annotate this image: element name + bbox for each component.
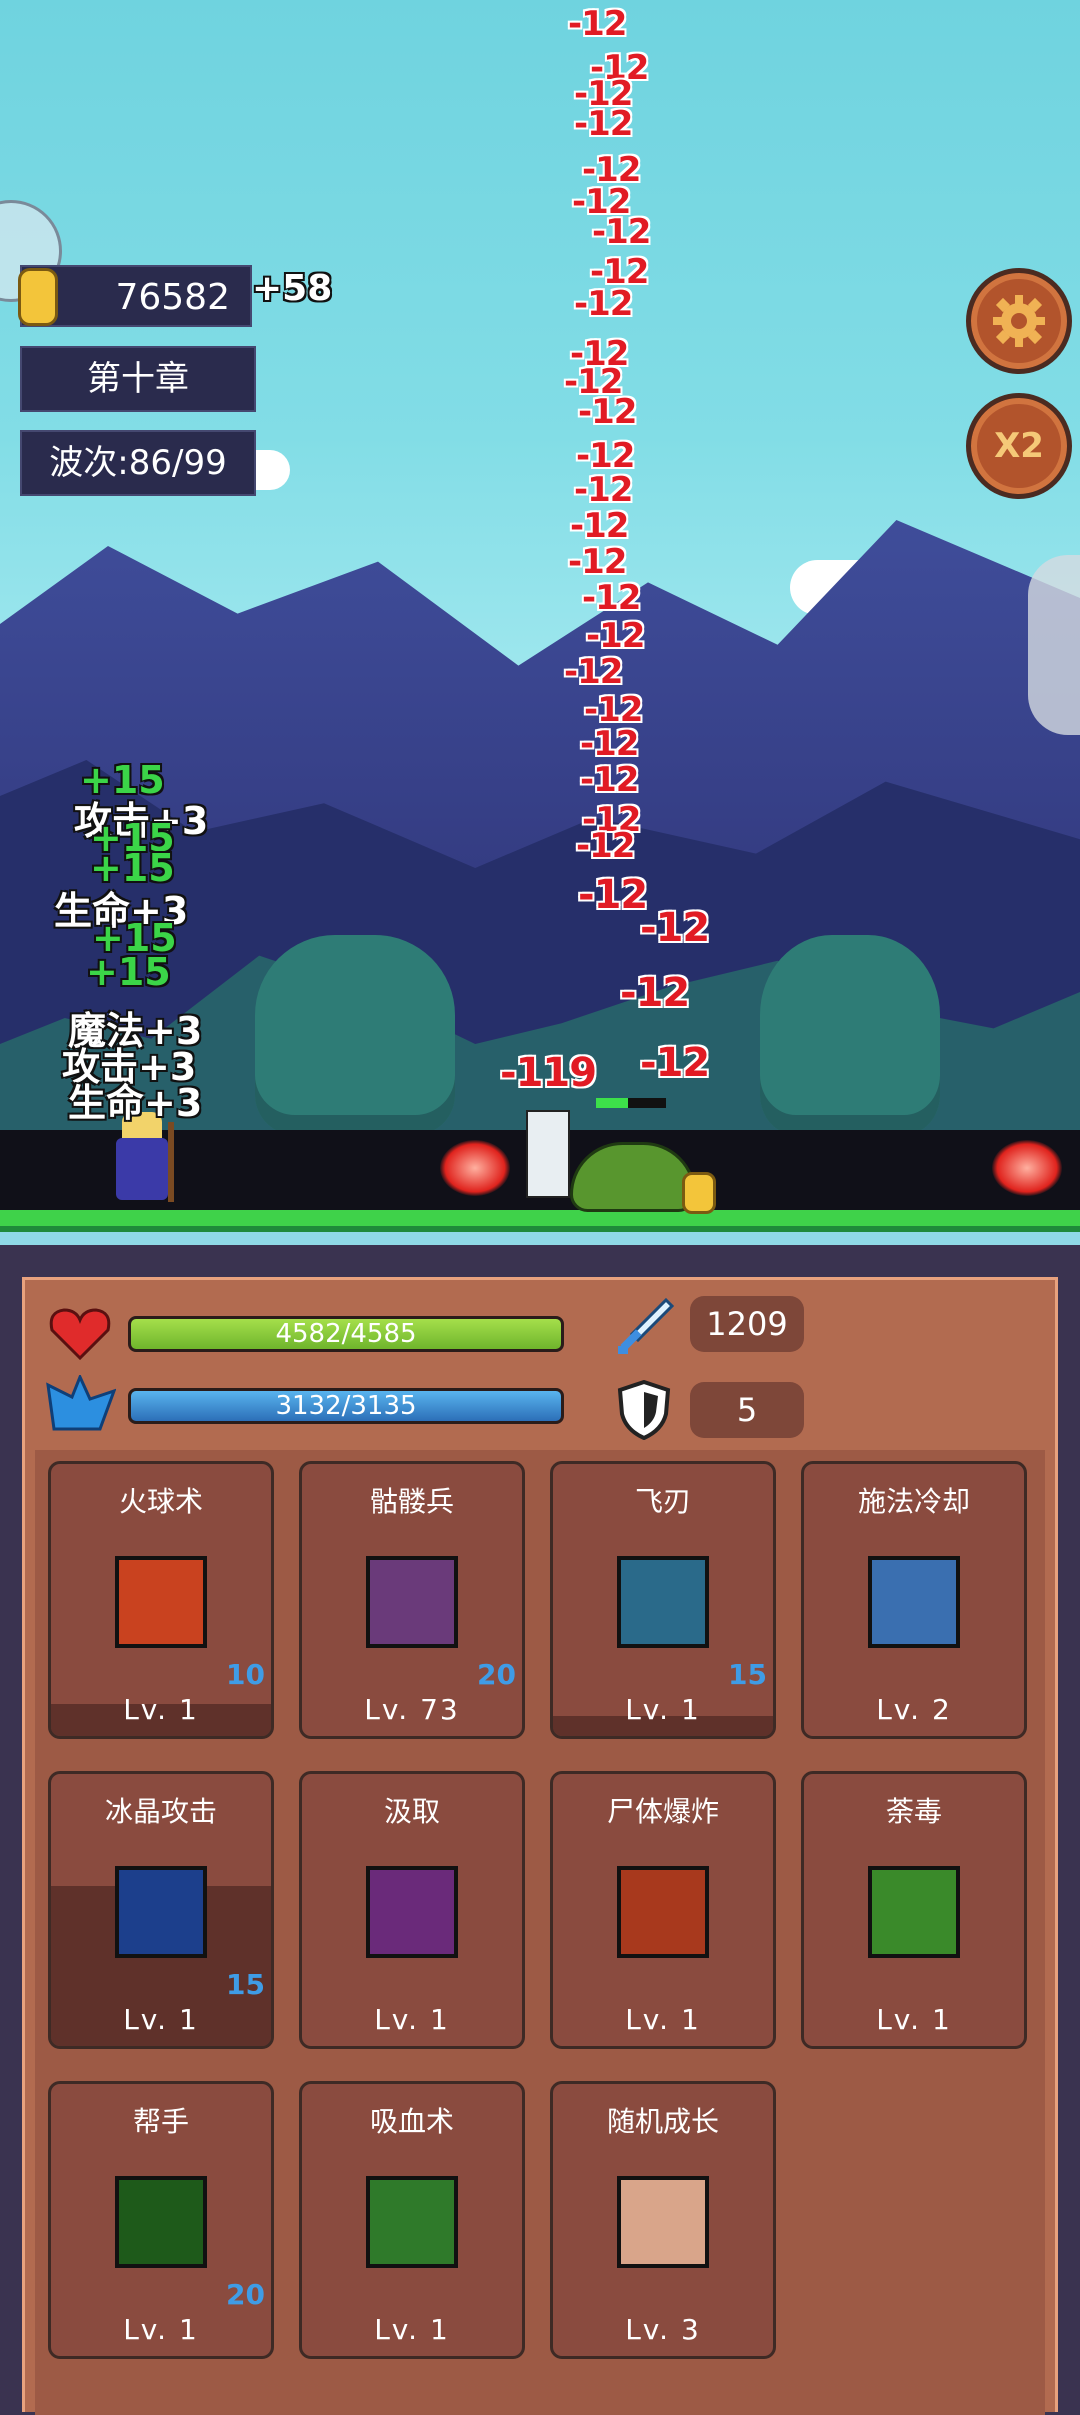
skill-level: Lv. 1 <box>625 2003 701 2036</box>
skill-name: 随机成长 <box>606 2105 719 2138</box>
damage-number: -12 <box>574 104 633 144</box>
skill-card-poison[interactable]: 荼毒 Lv. 1 <box>801 1771 1027 2049</box>
hp-bar: 4582/4585 <box>128 1316 564 1352</box>
damage-number: -119 <box>500 1050 597 1096</box>
skill-count: 10 <box>226 1658 265 1691</box>
gold-coin-drop <box>682 1172 716 1214</box>
gold-amount: 76582 <box>115 277 230 318</box>
side-menu-tab[interactable] <box>1028 555 1080 735</box>
skill-level: Lv. 1 <box>876 2003 952 2036</box>
skill-level: Lv. 1 <box>625 1693 701 1726</box>
shield-icon <box>617 1380 671 1440</box>
skill-card-drain[interactable]: 汲取 Lv. 1 <box>299 1771 525 2049</box>
skill-level: Lv. 3 <box>625 2313 701 2346</box>
damage-number: -12 <box>620 970 690 1016</box>
tree <box>760 935 940 1135</box>
skill-name: 骷髅兵 <box>369 1485 454 1518</box>
skill-level: Lv. 1 <box>123 2313 199 2346</box>
enemy-health-bar <box>596 1098 666 1108</box>
flying-blade-icon <box>617 1556 709 1648</box>
skill-level: Lv. 1 <box>374 2003 450 2036</box>
skill-level: Lv. 73 <box>364 1693 460 1726</box>
fireball-icon <box>115 1556 207 1648</box>
skill-name: 帮手 <box>132 2105 189 2138</box>
skill-name: 火球术 <box>118 1485 203 1518</box>
damage-number: -12 <box>578 872 648 918</box>
skill-card-helper[interactable]: 帮手 20 Lv. 1 <box>48 2081 274 2359</box>
damage-number: -12 <box>564 652 623 692</box>
poison-icon <box>868 1866 960 1958</box>
buff-text: +15 <box>86 950 171 994</box>
skeleton-hand-icon <box>366 1556 458 1648</box>
lightning-icon <box>868 1556 960 1648</box>
skill-count: 20 <box>226 2278 265 2311</box>
fist-icon <box>617 2176 709 2268</box>
coin-icon <box>18 268 58 326</box>
mp-bar: 3132/3135 <box>128 1388 564 1424</box>
hp-value: 4582/4585 <box>275 1319 417 1349</box>
skill-name: 尸体爆炸 <box>606 1795 719 1828</box>
sword-icon <box>618 1297 675 1354</box>
skill-count: 20 <box>477 1658 516 1691</box>
enemy-fireball <box>440 1140 510 1196</box>
damage-number: -12 <box>576 826 635 866</box>
damage-number: -12 <box>574 284 633 324</box>
tree <box>255 935 455 1135</box>
grass <box>0 1210 1080 1232</box>
skill-name: 荼毒 <box>885 1795 942 1828</box>
explosion-icon <box>617 1866 709 1958</box>
skill-card-ice-crystal[interactable]: 冰晶攻击 15 Lv. 1 <box>48 1771 274 2049</box>
skeleton-warrior <box>526 1110 570 1198</box>
gear-icon <box>993 295 1045 347</box>
wave-counter: 波次:86/99 <box>20 430 256 496</box>
skill-card-vampirism[interactable]: 吸血术 Lv. 1 <box>299 2081 525 2359</box>
skill-name: 汲取 <box>383 1795 440 1828</box>
skill-name: 飞刃 <box>634 1485 691 1518</box>
damage-number: -12 <box>578 392 637 432</box>
skill-level: Lv. 2 <box>876 1693 952 1726</box>
defense-value: 5 <box>690 1382 804 1438</box>
attack-value: 1209 <box>690 1296 804 1352</box>
skill-card-corpse-explosion[interactable]: 尸体爆炸 Lv. 1 <box>550 1771 776 2049</box>
skill-card-cast-cooldown[interactable]: 施法冷却 Lv. 2 <box>801 1461 1027 1739</box>
spiral-icon <box>366 1866 458 1958</box>
speed-x2-button[interactable]: X2 <box>966 393 1072 499</box>
skill-count: 15 <box>728 1658 767 1691</box>
buff-text: 生命+3 <box>68 1081 203 1125</box>
skill-level: Lv. 1 <box>374 2313 450 2346</box>
damage-number: -12 <box>574 470 633 510</box>
damage-number: -12 <box>568 4 627 44</box>
skill-card-skeleton[interactable]: 骷髅兵 20 Lv. 73 <box>299 1461 525 1739</box>
settings-button[interactable] <box>966 268 1072 374</box>
skill-card-flying-blade[interactable]: 飞刃 15 Lv. 1 <box>550 1461 776 1739</box>
damage-number: -12 <box>640 905 710 951</box>
damage-number: -12 <box>580 724 639 764</box>
mp-value: 3132/3135 <box>275 1391 417 1421</box>
skill-name: 冰晶攻击 <box>104 1795 217 1828</box>
damage-number: -12 <box>570 506 629 546</box>
damage-number: -12 <box>580 760 639 800</box>
damage-number: -12 <box>568 542 627 582</box>
skill-count: 15 <box>226 1968 265 2001</box>
skill-level: Lv. 1 <box>123 2003 199 2036</box>
damage-number: -12 <box>582 578 641 618</box>
mana-icon <box>46 1375 116 1431</box>
ice-crystal-icon <box>115 1866 207 1958</box>
heart-drain-icon <box>366 2176 458 2268</box>
damage-number: -12 <box>592 212 651 252</box>
skill-card-random-growth[interactable]: 随机成长 Lv. 3 <box>550 2081 776 2359</box>
gold-gain: +58 <box>252 268 333 309</box>
skill-level: Lv. 1 <box>123 1693 199 1726</box>
damage-number: -12 <box>640 1040 710 1086</box>
enemy-fireball <box>992 1140 1062 1196</box>
chapter-label: 第十章 <box>20 346 256 412</box>
slime-helper-icon <box>115 2176 207 2268</box>
damage-number: -12 <box>586 616 645 656</box>
skill-name: 吸血术 <box>369 2105 454 2138</box>
skill-name: 施法冷却 <box>857 1485 970 1518</box>
skill-card-fireball[interactable]: 火球术 10 Lv. 1 <box>48 1461 274 1739</box>
battle-scene: -12 -12 -12 -12 -12 -12 -12 -12 -12 -12 … <box>0 0 1080 1245</box>
heart-icon <box>49 1308 111 1360</box>
